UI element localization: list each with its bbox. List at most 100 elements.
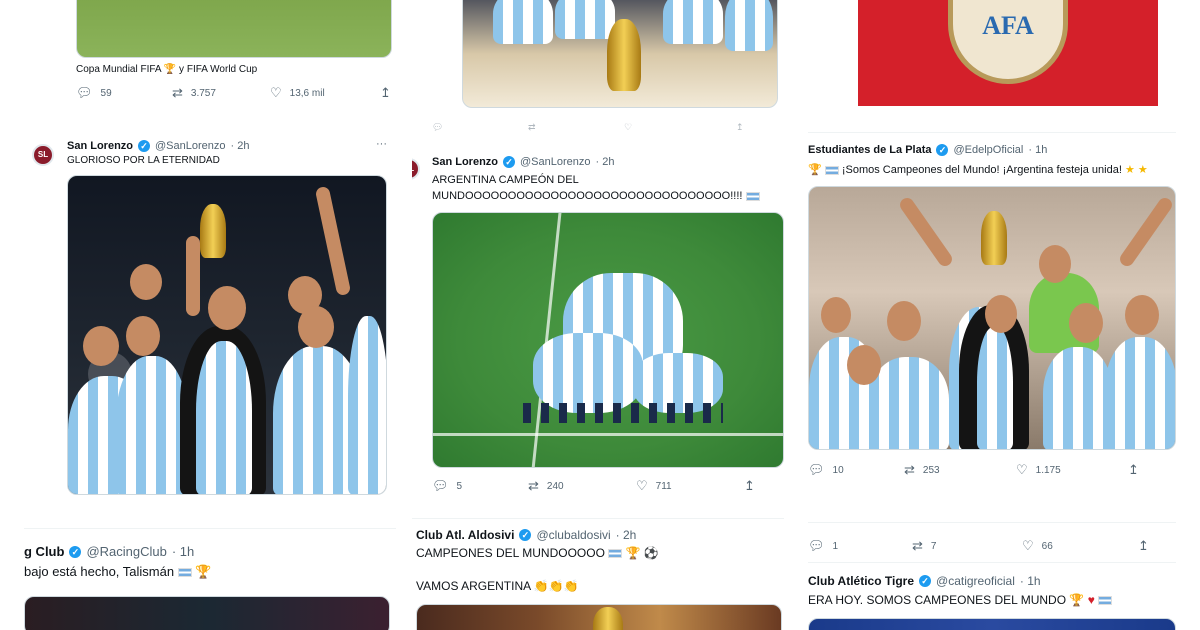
tweet-col2-top[interactable]: 💬︎ ⇄ ♡ ↥ xyxy=(412,0,784,140)
tweet-actions: 💬︎ 5 ⇄ 240 ♡ 711 ↥ xyxy=(432,478,784,494)
tweet-photo[interactable] xyxy=(416,604,782,630)
tweet-time[interactable]: · 1h xyxy=(1028,144,1047,156)
photo-element xyxy=(493,0,553,44)
tweet-text: 🏆 ¡Somos Campeones del Mundo! ¡Argentina… xyxy=(808,164,1148,176)
world-cup-photo[interactable] xyxy=(462,0,778,108)
author-name[interactable]: Estudiantes de La Plata xyxy=(808,144,931,156)
reply-icon: 💬︎ xyxy=(432,478,449,493)
like-button[interactable]: ♡ 66 xyxy=(1022,538,1138,554)
tweet-actions-partial: 💬︎ ⇄ ♡ ↥ xyxy=(432,122,772,133)
tweet-header: Club Atlético Tigre ✓ @catigreoficial · … xyxy=(808,574,1041,588)
author-name[interactable]: Club Atlético Tigre xyxy=(808,574,914,588)
tweet-aldosivi[interactable]: Club Atl. Aldosivi ✓ @clubaldosivi · 2h … xyxy=(412,524,792,630)
tweet-photo[interactable] xyxy=(808,618,1176,630)
more-options-icon[interactable]: ··· xyxy=(376,138,387,150)
photo-element xyxy=(725,0,773,51)
divider xyxy=(808,132,1176,133)
photo-element xyxy=(1105,337,1175,449)
photo-element xyxy=(821,297,851,333)
retweet-button[interactable]: ⇄ 240 xyxy=(528,478,636,494)
heart-emoji: ♥ xyxy=(1087,593,1095,607)
heart-icon: ♡ xyxy=(1016,462,1028,477)
heart-icon: ♡ xyxy=(270,85,282,100)
retweet-button[interactable]: ⇄ 3.757 xyxy=(172,85,270,101)
tweet-time[interactable]: · 2h xyxy=(616,528,637,542)
tweet-estudiantes[interactable]: Estudiantes de La Plata ✓ @EdelpOficial … xyxy=(808,138,1180,490)
share-button[interactable]: ↥ xyxy=(1138,538,1149,554)
tweet-san-lorenzo-2[interactable]: SL San Lorenzo ✓ @SanLorenzo · 2h ARGENT… xyxy=(412,146,792,498)
tweet-time[interactable]: · 1h xyxy=(172,544,194,559)
trophy-emoji: 🏆 xyxy=(625,546,641,560)
verified-badge-icon: ✓ xyxy=(919,575,932,587)
tweet-col1-top[interactable]: Copa Mundial FIFA 🏆 y FIFA World Cup 💬︎ 5… xyxy=(24,0,396,110)
share-icon: ↥ xyxy=(1128,462,1139,477)
share-icon: ↥ xyxy=(744,478,755,493)
tweet-caption: Copa Mundial FIFA 🏆 y FIFA World Cup xyxy=(76,64,258,75)
author-handle[interactable]: @SanLorenzo xyxy=(155,140,226,152)
tweet-text: bajo está hecho, Talismán 🏆 xyxy=(24,564,212,579)
tweet-san-lorenzo-1[interactable]: SL San Lorenzo ✓ @SanLorenzo · 2h ··· GL… xyxy=(24,132,396,504)
tweet-time[interactable]: · 1h xyxy=(1020,574,1041,588)
photo-element xyxy=(847,345,881,385)
verified-badge-icon: ✓ xyxy=(503,156,516,168)
verified-badge-icon: ✓ xyxy=(519,529,532,541)
share-icon[interactable]: ↥ xyxy=(736,122,744,133)
celebration-photo[interactable] xyxy=(67,175,387,495)
reply-button[interactable]: 💬︎ 10 xyxy=(808,462,904,478)
author-handle[interactable]: @SanLorenzo xyxy=(520,156,591,168)
reply-button[interactable]: 💬︎ 59 xyxy=(76,85,172,101)
avatar[interactable]: SL xyxy=(32,144,54,166)
afa-logo-image[interactable]: AFA xyxy=(858,0,1158,106)
tweet-header: San Lorenzo ✓ @SanLorenzo · 2h xyxy=(67,140,249,152)
verified-badge-icon: ✓ xyxy=(138,140,151,152)
reply-button[interactable]: 💬︎ 1 xyxy=(808,538,912,554)
divider xyxy=(412,518,784,519)
tweet-time[interactable]: · 2h xyxy=(231,140,250,152)
tweet-header: San Lorenzo ✓ @SanLorenzo · 2h xyxy=(432,156,614,168)
author-handle[interactable]: @RacingClub xyxy=(86,544,166,559)
divider xyxy=(808,522,1176,523)
afa-logo-text: AFA xyxy=(982,11,1034,40)
retweet-icon: ⇄ xyxy=(528,478,539,493)
tweet-tigre[interactable]: Club Atlético Tigre ✓ @catigreoficial · … xyxy=(808,568,1180,630)
tweet-col3-top[interactable]: AFA xyxy=(808,0,1180,108)
reply-icon: 💬︎ xyxy=(808,462,825,477)
heart-icon: ♡ xyxy=(1022,538,1034,553)
share-button[interactable]: ↥ xyxy=(380,85,391,101)
photo-element xyxy=(887,301,921,341)
share-button[interactable]: ↥ xyxy=(744,478,755,494)
reply-icon[interactable]: 💬︎ xyxy=(432,122,528,133)
share-button[interactable]: ↥ xyxy=(1128,462,1139,478)
retweet-button[interactable]: ⇄ 7 xyxy=(912,538,1022,554)
retweet-button[interactable]: ⇄ 253 xyxy=(904,462,1016,478)
tweet-time[interactable]: · 2h xyxy=(596,156,615,168)
heart-icon[interactable]: ♡ xyxy=(624,122,736,133)
tweet-photo[interactable] xyxy=(24,596,390,630)
pitch-photo[interactable] xyxy=(76,0,392,58)
author-handle[interactable]: @clubaldosivi xyxy=(536,528,610,542)
author-handle[interactable]: @EdelpOficial xyxy=(953,144,1023,156)
team-celebration-photo[interactable] xyxy=(808,186,1176,450)
author-name[interactable]: San Lorenzo xyxy=(67,140,133,152)
photo-element xyxy=(1125,295,1159,335)
author-name[interactable]: g Club xyxy=(24,544,64,559)
avatar[interactable]: SL xyxy=(412,158,420,180)
argentina-flag-emoji xyxy=(1098,596,1113,606)
like-button[interactable]: ♡ 711 xyxy=(636,478,744,494)
photo-element xyxy=(977,327,1013,449)
like-button[interactable]: ♡ 13,6 mil xyxy=(270,85,380,101)
tweet-text-line1: ARGENTINA CAMPEÓN DEL xyxy=(432,174,579,186)
author-name[interactable]: Club Atl. Aldosivi xyxy=(416,528,514,542)
tweet-col3-stub[interactable]: 💬︎ 1 ⇄ 7 ♡ 66 ↥ xyxy=(808,528,1180,560)
tweet-racing-club[interactable]: g Club ✓ @RacingClub · 1h bajo está hech… xyxy=(24,538,396,630)
reply-icon: 💬︎ xyxy=(808,538,825,553)
retweet-icon[interactable]: ⇄ xyxy=(528,122,624,133)
tweet-text-line2: VAMOS ARGENTINA 👏👏👏 xyxy=(416,579,579,593)
author-handle[interactable]: @catigreoficial xyxy=(936,574,1015,588)
like-button[interactable]: ♡ 1.175 xyxy=(1016,462,1128,478)
pitch-celebration-photo[interactable] xyxy=(432,212,784,468)
reply-button[interactable]: 💬︎ 5 xyxy=(432,478,528,494)
author-name[interactable]: San Lorenzo xyxy=(432,156,498,168)
photo-element xyxy=(663,0,723,44)
tweet-actions: 💬︎ 1 ⇄ 7 ♡ 66 ↥ xyxy=(808,538,1176,554)
